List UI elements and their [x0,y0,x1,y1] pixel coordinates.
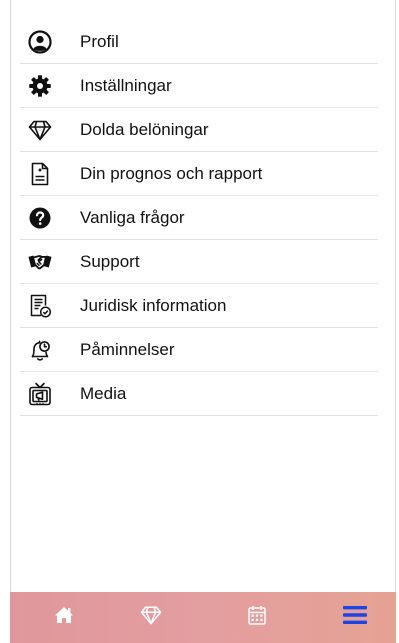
calendar-icon [248,605,266,630]
settings-menu: Profil Inställningar Dolda belöningar Di… [20,20,378,416]
nav-calendar-button[interactable] [227,592,287,643]
bell-icon [28,338,52,362]
menu-item-media[interactable]: Media [20,372,378,416]
menu-item-forecast-report[interactable]: Din prognos och rapport [20,152,378,196]
nav-rewards-button[interactable] [121,592,181,643]
home-icon [54,606,74,629]
menu-item-label: Din prognos och rapport [80,163,263,183]
menu-item-label: Dolda belöningar [80,119,209,139]
diamond-icon [28,118,52,142]
menu-item-legal-info[interactable]: Juridisk information [20,284,378,328]
hamburger-menu-icon [343,605,367,630]
menu-item-label: Vanliga frågor [80,207,185,227]
menu-item-hidden-rewards[interactable]: Dolda belöningar [20,108,378,152]
menu-item-label: Juridisk information [80,295,227,315]
question-icon [28,206,52,230]
menu-item-faq[interactable]: Vanliga frågor [20,196,378,240]
diamond-icon [140,605,162,630]
menu-item-support[interactable]: Support [20,240,378,284]
menu-item-label: Media [80,383,127,403]
profile-icon [28,29,52,54]
nav-menu-button[interactable] [325,592,385,643]
menu-item-label: Inställningar [80,75,172,95]
menu-item-reminders[interactable]: Påminnelser [20,328,378,372]
menu-item-settings[interactable]: Inställningar [20,64,378,108]
bottom-navigation [10,592,396,643]
tv-icon [28,382,52,406]
legal-document-icon [28,294,52,318]
gear-icon [28,74,52,98]
document-icon [28,162,52,186]
menu-item-label: Profil [80,31,119,51]
nav-home-button[interactable] [34,592,94,643]
menu-item-label: Påminnelser [80,339,175,359]
menu-item-label: Support [80,251,140,271]
handshake-icon [28,250,52,274]
menu-item-profile[interactable]: Profil [20,20,378,64]
